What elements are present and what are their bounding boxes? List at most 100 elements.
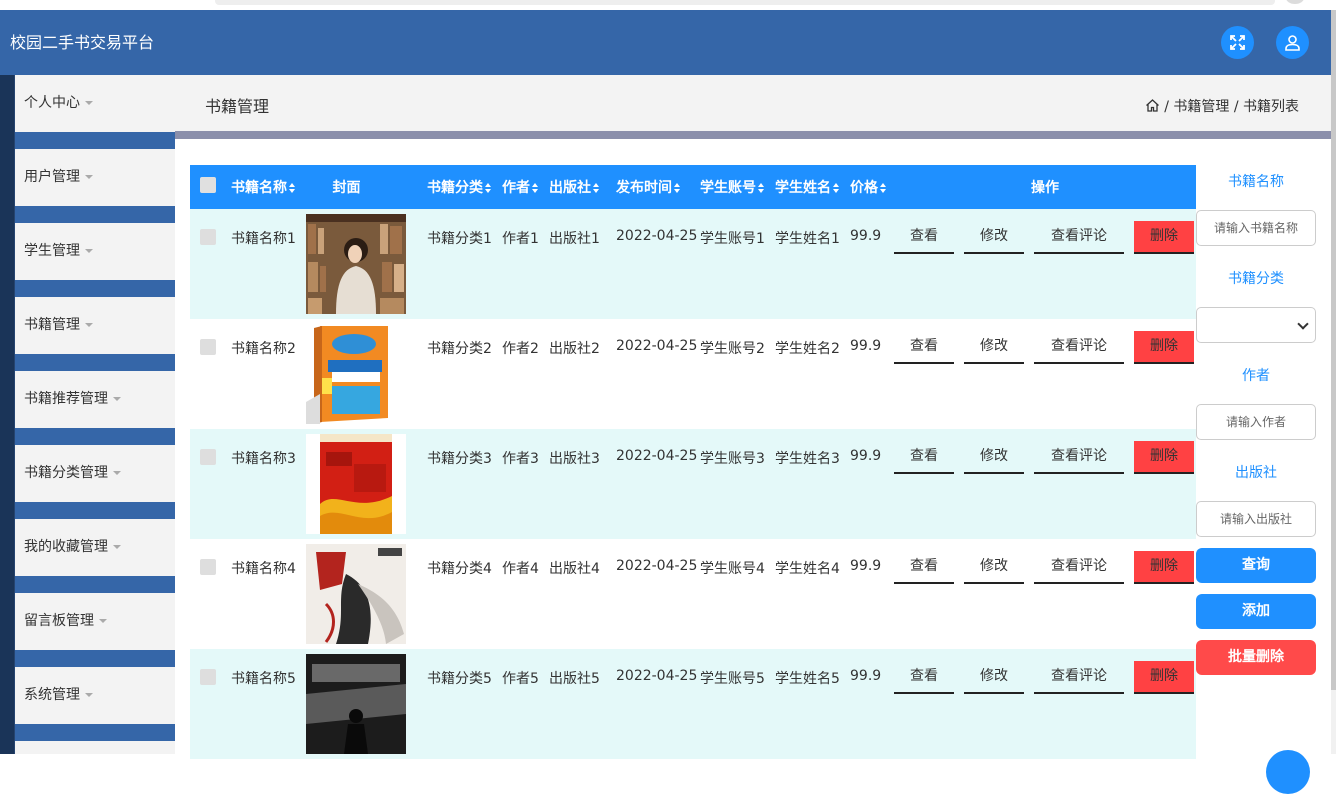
sort-icon[interactable]	[758, 183, 765, 193]
sort-icon[interactable]	[880, 183, 887, 193]
caret-down-icon	[85, 249, 93, 253]
row-checkbox[interactable]	[200, 449, 216, 465]
book-price: 99.9	[850, 668, 882, 684]
view-button[interactable]: 查看	[894, 661, 954, 694]
back-to-top-button[interactable]	[1266, 750, 1310, 794]
sidebar-item-label: 书籍推荐管理	[24, 391, 108, 407]
book-category: 书籍分类1	[427, 231, 492, 247]
student-name: 学生姓名5	[775, 671, 840, 687]
sidebar-item-book-management[interactable]: 书籍管理	[15, 297, 175, 354]
header-divider	[175, 131, 1331, 139]
view-button[interactable]: 查看	[894, 221, 954, 254]
col-cover: 封面	[306, 165, 427, 209]
category-select[interactable]	[1196, 307, 1316, 343]
table-row: 书籍名称4 书籍分类4 作者4 出版社4 2022-04-25 学生账号4 学生…	[190, 539, 1196, 649]
sort-icon[interactable]	[674, 183, 681, 193]
sidebar-item-favorites-management[interactable]: 我的收藏管理	[15, 519, 175, 576]
student-name: 学生姓名2	[775, 341, 840, 357]
book-cover-image[interactable]	[306, 434, 406, 534]
publisher-input[interactable]: 请输入出版社	[1196, 501, 1316, 537]
delete-button[interactable]: 删除	[1134, 661, 1194, 694]
author-input[interactable]: 请输入作者	[1196, 404, 1316, 440]
sidebar-item-user-management[interactable]: 用户管理	[15, 149, 175, 206]
delete-button[interactable]: 删除	[1134, 221, 1194, 254]
book-publisher: 出版社5	[549, 671, 600, 687]
sidebar-item-label: 学生管理	[24, 243, 80, 259]
batch-delete-button[interactable]: 批量删除	[1196, 640, 1316, 675]
view-comments-button[interactable]: 查看评论	[1034, 661, 1124, 694]
sort-icon[interactable]	[289, 183, 296, 193]
book-category: 书籍分类3	[427, 451, 492, 467]
view-comments-button[interactable]: 查看评论	[1034, 331, 1124, 364]
sort-icon[interactable]	[593, 183, 600, 193]
col-date[interactable]: 发布时间	[611, 165, 700, 209]
fullscreen-button[interactable]	[1221, 26, 1254, 59]
sidebar-item-more[interactable]	[15, 741, 175, 754]
col-price[interactable]: 价格	[850, 165, 894, 209]
student-name: 学生姓名1	[775, 231, 840, 247]
edit-button[interactable]: 修改	[964, 441, 1024, 474]
sidebar-item-system-management[interactable]: 系统管理	[15, 667, 175, 724]
edit-button[interactable]: 修改	[964, 331, 1024, 364]
book-cover-image[interactable]	[306, 544, 406, 644]
delete-button[interactable]: 删除	[1134, 441, 1194, 474]
col-ops: 操作	[894, 165, 1196, 209]
sidebar-item-student-management[interactable]: 学生管理	[15, 223, 175, 280]
view-button[interactable]: 查看	[894, 551, 954, 584]
edit-button[interactable]: 修改	[964, 661, 1024, 694]
caret-down-icon	[113, 397, 121, 401]
breadcrumb-level2: 书籍列表	[1243, 99, 1299, 115]
col-category[interactable]: 书籍分类	[427, 165, 502, 209]
student-name: 学生姓名3	[775, 451, 840, 467]
book-cover-image[interactable]	[306, 654, 406, 754]
view-comments-button[interactable]: 查看评论	[1034, 441, 1124, 474]
book-category: 书籍分类2	[427, 341, 492, 357]
caret-down-icon	[113, 545, 121, 549]
top-header: 校园二手书交易平台	[0, 10, 1331, 75]
row-checkbox[interactable]	[200, 229, 216, 245]
view-button[interactable]: 查看	[894, 441, 954, 474]
breadcrumb-level1[interactable]: 书籍管理	[1173, 99, 1229, 115]
page-scrollbar[interactable]	[1331, 10, 1336, 754]
view-comments-button[interactable]: 查看评论	[1034, 221, 1124, 254]
col-publisher[interactable]: 出版社	[549, 165, 611, 209]
select-all-checkbox[interactable]	[200, 177, 216, 193]
sidebar-item-recommend-management[interactable]: 书籍推荐管理	[15, 371, 175, 428]
breadcrumb: / 书籍管理 / 书籍列表	[1145, 75, 1299, 139]
delete-button[interactable]: 删除	[1134, 331, 1194, 364]
book-name: 书籍名称2	[231, 341, 296, 357]
book-cover-image[interactable]	[306, 214, 406, 314]
sidebar-item-message-board[interactable]: 留言板管理	[15, 593, 175, 650]
row-checkbox[interactable]	[200, 559, 216, 575]
edit-button[interactable]: 修改	[964, 221, 1024, 254]
scrollbar-thumb[interactable]	[1331, 10, 1336, 690]
sidebar-item-personal-center[interactable]: 个人中心	[15, 75, 175, 132]
sort-icon[interactable]	[833, 183, 840, 193]
edit-button[interactable]: 修改	[964, 551, 1024, 584]
view-button[interactable]: 查看	[894, 331, 954, 364]
book-name-input[interactable]: 请输入书籍名称	[1196, 210, 1316, 246]
sidebar-item-label: 系统管理	[24, 687, 80, 703]
query-button[interactable]: 查询	[1196, 548, 1316, 583]
col-account[interactable]: 学生账号	[700, 165, 775, 209]
col-name[interactable]: 书籍名称	[231, 165, 306, 209]
view-comments-button[interactable]: 查看评论	[1034, 551, 1124, 584]
add-button[interactable]: 添加	[1196, 594, 1316, 629]
col-author[interactable]: 作者	[502, 165, 549, 209]
home-icon[interactable]	[1145, 98, 1160, 113]
user-button[interactable]	[1276, 26, 1309, 59]
caret-down-icon	[85, 693, 93, 697]
book-cover-image[interactable]	[306, 324, 406, 424]
sort-icon[interactable]	[485, 183, 492, 193]
table-header-row: 书籍名称 封面 书籍分类 作者 出版社 发布时间 学生账号 学生姓名 价格 操作	[190, 165, 1196, 209]
delete-button[interactable]: 删除	[1134, 551, 1194, 584]
publisher-label: 出版社	[1235, 465, 1277, 481]
col-student[interactable]: 学生姓名	[775, 165, 850, 209]
sidebar-item-category-management[interactable]: 书籍分类管理	[15, 445, 175, 502]
row-checkbox[interactable]	[200, 339, 216, 355]
row-checkbox[interactable]	[200, 669, 216, 685]
sidebar-item-label: 用户管理	[24, 169, 80, 185]
publish-date: 2022-04-25	[616, 338, 698, 354]
book-author: 作者4	[502, 561, 539, 577]
sort-icon[interactable]	[532, 183, 539, 193]
